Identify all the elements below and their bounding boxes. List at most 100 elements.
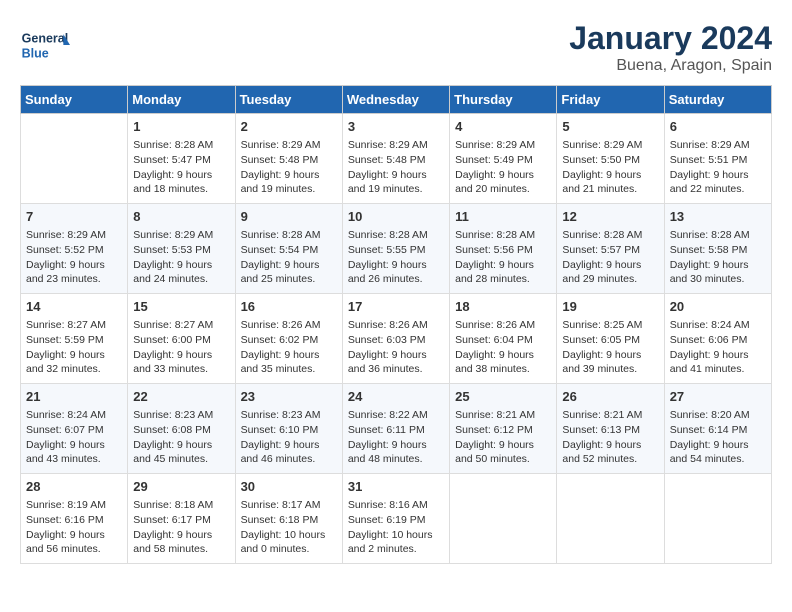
calendar-cell: 4Sunrise: 8:29 AMSunset: 5:49 PMDaylight… (450, 114, 557, 204)
day-info-line: Daylight: 9 hours (133, 348, 229, 363)
day-info-line: Daylight: 9 hours (670, 168, 766, 183)
day-info-line: Sunrise: 8:23 AM (133, 408, 229, 423)
svg-text:General: General (22, 32, 69, 46)
day-info-line: and 18 minutes. (133, 182, 229, 197)
day-number: 3 (348, 118, 444, 136)
calendar-cell: 20Sunrise: 8:24 AMSunset: 6:06 PMDayligh… (664, 294, 771, 384)
day-info-line: Sunset: 6:00 PM (133, 333, 229, 348)
day-info-line: Daylight: 9 hours (562, 348, 658, 363)
day-number: 22 (133, 388, 229, 406)
calendar-cell: 16Sunrise: 8:26 AMSunset: 6:02 PMDayligh… (235, 294, 342, 384)
day-info-line: and 19 minutes. (241, 182, 337, 197)
calendar-cell: 12Sunrise: 8:28 AMSunset: 5:57 PMDayligh… (557, 204, 664, 294)
day-info-line: Daylight: 9 hours (26, 258, 122, 273)
day-info-line: Daylight: 9 hours (241, 258, 337, 273)
day-info-line: Sunrise: 8:21 AM (455, 408, 551, 423)
day-info-line: and 25 minutes. (241, 272, 337, 287)
day-info-line: and 30 minutes. (670, 272, 766, 287)
day-info-line: Sunset: 6:02 PM (241, 333, 337, 348)
calendar-cell (450, 474, 557, 564)
week-row-1: 1Sunrise: 8:28 AMSunset: 5:47 PMDaylight… (21, 114, 772, 204)
day-info-line: Sunrise: 8:29 AM (133, 228, 229, 243)
day-info-line: Daylight: 9 hours (348, 168, 444, 183)
day-number: 19 (562, 298, 658, 316)
day-info-line: Sunset: 6:07 PM (26, 423, 122, 438)
calendar-cell: 29Sunrise: 8:18 AMSunset: 6:17 PMDayligh… (128, 474, 235, 564)
calendar-cell: 21Sunrise: 8:24 AMSunset: 6:07 PMDayligh… (21, 384, 128, 474)
calendar-cell: 13Sunrise: 8:28 AMSunset: 5:58 PMDayligh… (664, 204, 771, 294)
day-info-line: and 32 minutes. (26, 362, 122, 377)
day-info-line: Sunset: 6:18 PM (241, 513, 337, 528)
day-number: 24 (348, 388, 444, 406)
day-info-line: Sunrise: 8:28 AM (670, 228, 766, 243)
day-info-line: and 26 minutes. (348, 272, 444, 287)
day-info-line: and 48 minutes. (348, 452, 444, 467)
day-info-line: and 38 minutes. (455, 362, 551, 377)
calendar-cell: 28 Sunrise: 8:19 AMSunset: 6:16 PMDayligh… (21, 474, 128, 564)
day-info-line: and 58 minutes. (133, 542, 229, 557)
day-number: 7 (26, 208, 122, 226)
day-info-line: Sunset: 5:50 PM (562, 153, 658, 168)
svg-text:Blue: Blue (22, 47, 49, 61)
location-title: Buena, Aragon, Spain (569, 57, 772, 75)
calendar-cell: 15Sunrise: 8:27 AMSunset: 6:00 PMDayligh… (128, 294, 235, 384)
day-info-line: Daylight: 9 hours (455, 348, 551, 363)
day-info-line: Sunset: 6:16 PM (26, 513, 122, 528)
day-info-line: Sunset: 6:08 PM (133, 423, 229, 438)
calendar-cell: 5Sunrise: 8:29 AMSunset: 5:50 PMDaylight… (557, 114, 664, 204)
day-info-line: Sunrise: 8:24 AM (26, 408, 122, 423)
day-info-line: Sunrise: 8:29 AM (562, 138, 658, 153)
calendar-cell: 24Sunrise: 8:22 AMSunset: 6:11 PMDayligh… (342, 384, 449, 474)
day-info-line: Sunset: 6:06 PM (670, 333, 766, 348)
day-info-line: Daylight: 9 hours (133, 258, 229, 273)
calendar-cell: 19 Sunrise: 8:25 AMSunset: 6:05 PMDayligh… (557, 294, 664, 384)
title-block: January 2024 Buena, Aragon, Spain (569, 20, 772, 75)
weekday-header-wednesday: Wednesday (342, 86, 449, 114)
day-info-line: Daylight: 9 hours (562, 168, 658, 183)
day-info-line: and 0 minutes. (241, 542, 337, 557)
day-info-line: and 54 minutes. (670, 452, 766, 467)
day-info-line: Daylight: 9 hours (670, 348, 766, 363)
day-info-line: Daylight: 10 hours (241, 528, 337, 543)
weekday-header-thursday: Thursday (450, 86, 557, 114)
day-info-line: Sunset: 6:10 PM (241, 423, 337, 438)
calendar-cell: 10Sunrise: 8:28 AMSunset: 5:55 PMDayligh… (342, 204, 449, 294)
day-info-line: Sunset: 5:48 PM (348, 153, 444, 168)
day-info-line: Sunrise: 8:19 AM (26, 498, 122, 513)
day-info-line: Daylight: 9 hours (26, 528, 122, 543)
day-info-line: Sunset: 5:55 PM (348, 243, 444, 258)
day-number: 17 (348, 298, 444, 316)
week-row-2: 7Sunrise: 8:29 AMSunset: 5:52 PMDaylight… (21, 204, 772, 294)
day-info-line: Sunset: 6:05 PM (562, 333, 658, 348)
day-info-line: Sunset: 5:49 PM (455, 153, 551, 168)
day-info-line: Sunrise: 8:29 AM (348, 138, 444, 153)
calendar-cell: 18Sunrise: 8:26 AMSunset: 6:04 PMDayligh… (450, 294, 557, 384)
day-number: 18 (455, 298, 551, 316)
day-info-line: Sunrise: 8:25 AM (562, 318, 658, 333)
day-info-line: Daylight: 9 hours (26, 348, 122, 363)
calendar-cell: 22Sunrise: 8:23 AMSunset: 6:08 PMDayligh… (128, 384, 235, 474)
day-info-line: Sunrise: 8:29 AM (241, 138, 337, 153)
day-info-line: Daylight: 9 hours (133, 528, 229, 543)
calendar-cell: 26Sunrise: 8:21 AMSunset: 6:13 PMDayligh… (557, 384, 664, 474)
day-info-line: and 2 minutes. (348, 542, 444, 557)
day-info-line: Sunset: 5:56 PM (455, 243, 551, 258)
day-info-line: and 21 minutes. (562, 182, 658, 197)
day-info-line: and 24 minutes. (133, 272, 229, 287)
day-info-line: Sunset: 5:51 PM (670, 153, 766, 168)
day-number: 26 (562, 388, 658, 406)
calendar-cell (664, 474, 771, 564)
day-info-line: Sunrise: 8:20 AM (670, 408, 766, 423)
calendar-cell: 9Sunrise: 8:28 AMSunset: 5:54 PMDaylight… (235, 204, 342, 294)
day-info-line: Sunrise: 8:26 AM (241, 318, 337, 333)
week-row-4: 21Sunrise: 8:24 AMSunset: 6:07 PMDayligh… (21, 384, 772, 474)
day-info-line: Sunrise: 8:23 AM (241, 408, 337, 423)
day-info-line: and 43 minutes. (26, 452, 122, 467)
day-number: 28 (26, 478, 122, 496)
logo-svg: General Blue (20, 20, 70, 70)
day-info-line: Sunset: 6:13 PM (562, 423, 658, 438)
day-number: 27 (670, 388, 766, 406)
day-info-line: Sunrise: 8:22 AM (348, 408, 444, 423)
day-info-line: Sunset: 5:57 PM (562, 243, 658, 258)
day-info-line: Sunrise: 8:28 AM (241, 228, 337, 243)
